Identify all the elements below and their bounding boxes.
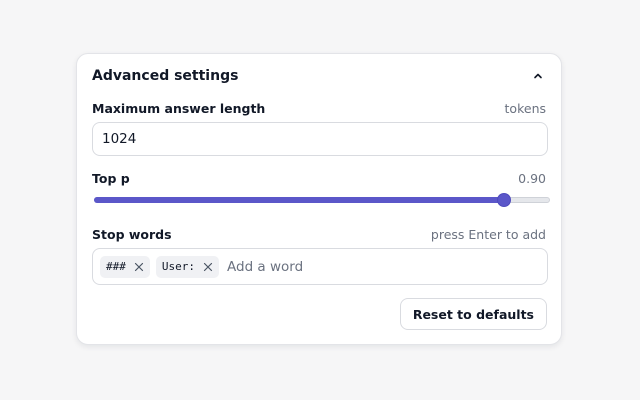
reset-to-defaults-button[interactable]: Reset to defaults [399, 298, 547, 330]
collapse-button[interactable] [530, 68, 546, 84]
top-p-label: Top p [92, 170, 130, 186]
top-p-value: 0.90 [518, 170, 546, 186]
close-icon [203, 262, 213, 271]
slider-fill [94, 197, 505, 203]
max-length-row: Maximum answer length tokens [92, 100, 546, 116]
stop-word-tag: ### [100, 255, 150, 278]
stop-words-label: Stop words [92, 226, 172, 242]
max-length-label: Maximum answer length [92, 100, 266, 116]
stop-word-tag-text: ### [106, 260, 126, 273]
stop-word-tag: User: [155, 255, 219, 278]
panel-header[interactable]: Advanced settings [92, 66, 546, 86]
add-word-input[interactable] [225, 258, 427, 275]
stop-words-row: Stop words press Enter to add [92, 226, 546, 242]
chevron-up-icon [534, 73, 542, 79]
top-p-slider[interactable] [94, 193, 550, 207]
max-length-value: 1024 [102, 131, 137, 147]
stop-words-input[interactable]: ### User: [92, 248, 548, 285]
advanced-settings-panel: Advanced settings Maximum answer length … [76, 53, 562, 345]
stop-words-hint: press Enter to add [430, 226, 546, 242]
slider-thumb[interactable] [498, 194, 511, 206]
panel-title: Advanced settings [92, 68, 239, 84]
top-p-row: Top p 0.90 [92, 170, 546, 186]
remove-tag-button[interactable] [133, 261, 145, 273]
stop-word-tag-text: User: [161, 260, 195, 273]
remove-tag-button[interactable] [202, 261, 214, 273]
close-icon [134, 262, 143, 271]
max-length-input[interactable]: 1024 [92, 122, 548, 156]
max-length-unit: tokens [504, 100, 546, 116]
